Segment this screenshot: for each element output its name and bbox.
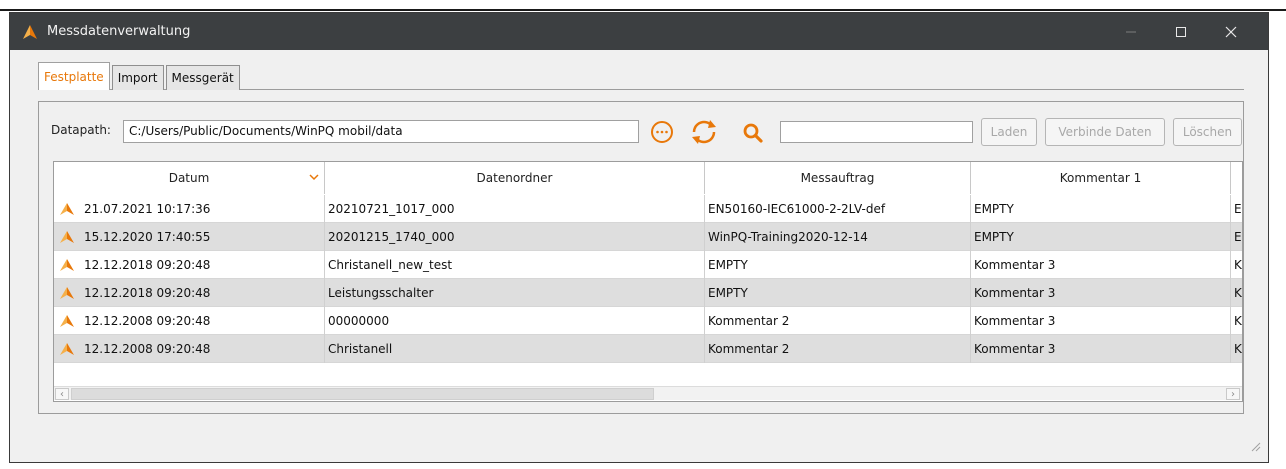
datapath-label: Datapath: [51,123,111,137]
app-logo-icon [23,25,37,39]
cell-text: 12.12.2018 09:20:48 [84,286,211,300]
cell-partial: K [1231,279,1242,307]
maximize-button[interactable] [1158,13,1204,50]
cell-messauftrag: EN50160-IEC61000-2-2LV-def [705,195,971,223]
title-bar[interactable]: Messdatenverwaltung [10,13,1268,50]
column-header-label: Datum [168,171,210,185]
measurement-icon [60,231,74,243]
table-row[interactable]: 12.12.2018 09:20:48 Leistungsschalter EM… [54,279,1242,307]
scroll-left-icon[interactable]: ‹ [55,388,69,400]
close-button[interactable] [1208,13,1254,50]
refresh-icon[interactable] [689,118,719,146]
cell-messauftrag: Kommentar 2 [705,307,971,335]
cell-datum: 21.07.2021 10:17:36 [54,195,325,223]
cell-text: 12.12.2008 09:20:48 [84,314,211,328]
close-icon [1225,26,1237,37]
table-row[interactable]: 12.12.2008 09:20:48 Christanell Kommenta… [54,335,1242,363]
column-header-label: Kommentar 1 [1059,171,1142,185]
cell-kommentar-1: Kommentar 3 [971,251,1231,279]
measurement-icon [60,203,74,215]
load-button[interactable]: Laden [981,118,1037,146]
cell-datum: 12.12.2018 09:20:48 [54,251,325,279]
screen-top-border [0,9,1286,11]
column-header-kommentar-1[interactable]: Kommentar 1 [971,162,1231,194]
chevron-down-icon [309,174,319,181]
cell-datum: 15.12.2020 17:40:55 [54,223,325,251]
column-header-label: Messauftrag [800,171,875,185]
minimize-button[interactable] [1108,13,1154,50]
cell-datenordner: 20201215_1740_000 [325,223,705,251]
measurement-icon [60,259,74,271]
more-icon[interactable] [650,120,674,144]
cell-datum: 12.12.2018 09:20:48 [54,279,325,307]
tab-festplatte[interactable]: Festplatte [38,62,110,90]
cell-datenordner: 20210721_1017_000 [325,195,705,223]
cell-datenordner: Christanell_new_test [325,251,705,279]
cell-messauftrag: EMPTY [705,251,971,279]
horizontal-scrollbar[interactable]: ‹ › [54,386,1242,400]
tab-bar: Festplatte Import Messgerät [38,62,242,90]
cell-datenordner: 00000000 [325,307,705,335]
cell-text: 12.12.2018 09:20:48 [84,258,211,272]
cell-kommentar-1: Kommentar 3 [971,335,1231,363]
cell-messauftrag: EMPTY [705,279,971,307]
table-header: Datum Datenordner Messauftrag Kommentar … [54,162,1242,194]
table-row[interactable]: 12.12.2018 09:20:48 Christanell_new_test… [54,251,1242,279]
cell-text: 21.07.2021 10:17:36 [84,202,211,216]
cell-text: 15.12.2020 17:40:55 [84,230,211,244]
minimize-icon [1126,31,1136,32]
cell-partial: K [1231,307,1242,335]
cell-partial: K [1231,335,1242,363]
table-row[interactable]: 15.12.2020 17:40:55 20201215_1740_000 Wi… [54,223,1242,251]
cell-kommentar-1: EMPTY [971,195,1231,223]
datapath-input[interactable]: C:/Users/Public/Documents/WinPQ mobil/da… [123,120,639,143]
measurement-icon [60,287,74,299]
cell-kommentar-1: Kommentar 3 [971,307,1231,335]
cell-datum: 12.12.2008 09:20:48 [54,307,325,335]
measurement-icon [60,315,74,327]
cell-partial: K [1231,251,1242,279]
tab-import[interactable]: Import [111,65,164,90]
data-table: Datum Datenordner Messauftrag Kommentar … [53,161,1243,402]
cell-datum: 12.12.2008 09:20:48 [54,335,325,363]
table-row[interactable]: 21.07.2021 10:17:36 20210721_1017_000 EN… [54,195,1242,223]
column-header-datum[interactable]: Datum [54,162,325,194]
cell-datenordner: Christanell [325,335,705,363]
column-header-datenordner[interactable]: Datenordner [325,162,705,194]
resize-grip-icon[interactable] [1249,440,1261,452]
cell-messauftrag: Kommentar 2 [705,335,971,363]
connect-data-button[interactable]: Verbinde Daten [1045,118,1165,146]
column-header-partial[interactable] [1231,162,1242,194]
cell-text: 12.12.2008 09:20:48 [84,342,211,356]
cell-partial: E [1231,223,1242,251]
cell-partial: E [1231,195,1242,223]
measurement-icon [60,343,74,355]
cell-messauftrag: WinPQ-Training2020-12-14 [705,223,971,251]
cell-kommentar-1: Kommentar 3 [971,279,1231,307]
cell-kommentar-1: EMPTY [971,223,1231,251]
search-icon[interactable] [742,122,764,144]
scrollbar-thumb[interactable] [71,388,654,400]
cell-datenordner: Leistungsschalter [325,279,705,307]
scroll-right-icon[interactable]: › [1226,388,1240,400]
search-input[interactable] [780,121,973,143]
column-header-messauftrag[interactable]: Messauftrag [705,162,971,194]
column-header-label: Datenordner [476,171,553,185]
table-row[interactable]: 12.12.2008 09:20:48 00000000 Kommentar 2… [54,307,1242,335]
tab-messgeraet[interactable]: Messgerät [165,65,240,90]
delete-button[interactable]: Löschen [1173,118,1242,146]
window-title: Messdatenverwaltung [47,24,191,39]
maximize-icon [1176,26,1186,37]
